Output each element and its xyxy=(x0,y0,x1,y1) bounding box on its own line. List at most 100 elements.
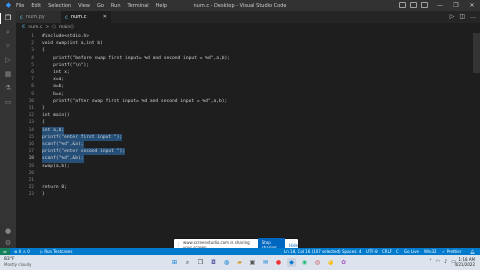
source-control-icon[interactable]: ⑂ xyxy=(4,42,12,50)
code-text: x=a; xyxy=(42,77,65,83)
menu-go[interactable]: Go xyxy=(97,3,104,9)
code-text: printf("after swap first input= %d and s… xyxy=(42,98,228,104)
notifications-bell-icon[interactable]: 🔔︎ xyxy=(470,248,475,255)
code-line-selected: 15 printf("enter first input "); xyxy=(16,133,480,141)
customize-layout-icon[interactable] xyxy=(421,2,428,8)
editor-actions: ▷ ◫ … xyxy=(450,13,476,20)
taskbar-clock[interactable]: 1:18 AM 4/21/2022 xyxy=(454,257,475,267)
tab-num-py[interactable]: C num.py xyxy=(16,11,61,23)
go-live-button[interactable]: Go Live xyxy=(404,248,419,255)
code-text: a=b; xyxy=(42,84,65,90)
code-line: 9 b=x; xyxy=(16,91,480,98)
close-tab-icon[interactable]: ✕ xyxy=(103,14,107,20)
line-number: 12 xyxy=(28,113,34,119)
line-number: 13 xyxy=(28,120,34,126)
remote-indicator-icon[interactable]: ⇌ xyxy=(0,248,10,255)
code-text: int a,b; xyxy=(42,126,65,134)
split-editor-icon[interactable]: ◫ xyxy=(459,13,465,20)
media-icon[interactable]: ● xyxy=(274,258,283,267)
code-line: 19 swap(a,b); xyxy=(16,163,480,170)
code-line-selected: 17 printf("enter second input "); xyxy=(16,148,480,156)
status-bar: ⇌ ⊗ 0 ⚠ 0 ▷ Run Testcases Ln 18, Col 16 … xyxy=(0,248,480,255)
cursor-position[interactable]: Ln 18, Col 16 (107 selected) xyxy=(284,248,341,255)
maximize-icon[interactable]: ❐ xyxy=(448,0,464,11)
testing-icon[interactable]: ⚗ xyxy=(4,84,12,92)
edge-icon[interactable]: ◍ xyxy=(222,258,231,267)
editor-scrollbar[interactable] xyxy=(473,33,480,73)
code-line: 4 printf("before swap first input= %d an… xyxy=(16,55,480,62)
code-line: 20 xyxy=(16,170,480,177)
code-line: 7 x=a; xyxy=(16,76,480,83)
extensions-icon[interactable]: ▦ xyxy=(4,70,12,78)
breadcrumb: C num.c > ⬡ main() xyxy=(16,23,74,32)
toggle-sidebar-icon[interactable] xyxy=(399,2,406,8)
manage-gear-icon[interactable]: ⚙ xyxy=(4,239,12,247)
problems-indicator[interactable]: ⊗ 0 ⚠ 0 xyxy=(14,248,30,255)
accounts-icon[interactable]: ● xyxy=(4,227,12,235)
menu-terminal[interactable]: Terminal xyxy=(128,3,149,9)
menu-run[interactable]: Run xyxy=(111,3,121,9)
vscode-logo-icon: ◆ xyxy=(5,1,12,9)
line-ending[interactable]: CRLF xyxy=(382,248,392,255)
menu-help[interactable]: Help xyxy=(156,3,167,9)
code-text: swap(a,b); xyxy=(42,163,70,169)
code-text: printf("enter second input "); xyxy=(42,148,125,156)
code-text: return 0; xyxy=(42,185,67,191)
run-testcases-button[interactable]: ▷ Run Testcases xyxy=(40,248,72,255)
code-text: printf("before swap first input= %d and … xyxy=(42,55,231,61)
recorder-icon[interactable]: ◎ xyxy=(313,258,322,267)
code-editor[interactable]: 1 #include<stdio.h> 2 void swap(int a,int … xyxy=(16,33,480,248)
app-icon[interactable]: ◉ xyxy=(300,258,309,267)
chat-icon[interactable]: ◘ xyxy=(209,258,218,267)
windows-taskbar: 83°F Mostly cloudy ⊞ ⌕ ❐ ◘ ◍ ▰ ▣ ✉ ● ◆ ◉… xyxy=(0,255,480,270)
app-icon[interactable]: ✿ xyxy=(339,258,348,267)
mail-icon[interactable]: ✉ xyxy=(261,258,270,267)
code-text: } xyxy=(42,106,45,111)
language-mode[interactable]: C xyxy=(396,248,399,255)
code-line: 12 int main() xyxy=(16,112,480,119)
line-number: 6 xyxy=(31,70,34,75)
line-number: 14 xyxy=(28,127,34,133)
line-number: 20 xyxy=(28,170,34,176)
weather-widget[interactable]: 83°F Mostly cloudy xyxy=(4,257,32,267)
menu-view[interactable]: View xyxy=(78,3,90,9)
platform-indicator[interactable]: Win32 xyxy=(424,248,437,255)
toggle-panel-icon[interactable] xyxy=(410,2,417,8)
encoding[interactable]: UTF-8 xyxy=(366,248,378,255)
tab-bar: C num.py C num.c ✕ ▷ ◫ … xyxy=(16,11,480,23)
breadcrumb-symbol[interactable]: main() xyxy=(59,25,74,30)
search-icon[interactable]: ⌕ xyxy=(183,258,192,267)
wifi-icon[interactable]: ◠ xyxy=(436,259,440,265)
store-icon[interactable]: ▣ xyxy=(248,258,257,267)
line-number: 15 xyxy=(28,134,34,140)
code-text: int x; xyxy=(42,70,70,75)
remote-explorer-icon[interactable]: ▭ xyxy=(4,98,12,106)
run-debug-icon[interactable]: ▷ xyxy=(4,56,12,64)
breadcrumb-file[interactable]: num.c xyxy=(28,25,42,30)
menu-edit[interactable]: Edit xyxy=(31,3,41,9)
menu-file[interactable]: File xyxy=(16,3,24,9)
menu-selection[interactable]: Selection xyxy=(48,3,71,9)
line-number: 16 xyxy=(28,142,34,147)
search-icon[interactable]: ⌕ xyxy=(4,28,12,36)
code-line: 21 xyxy=(16,177,480,184)
volume-icon[interactable]: ♪ xyxy=(444,259,447,265)
indentation[interactable]: Spaces: 4 xyxy=(342,248,361,255)
clock-date: 4/21/2022 xyxy=(454,262,475,267)
prettier-indicator[interactable]: ✓ Prettier xyxy=(442,248,461,255)
start-icon[interactable]: ⊞ xyxy=(170,258,179,267)
vscode-taskbar-icon[interactable]: ◆ xyxy=(287,258,296,267)
file-explorer-icon[interactable]: ▰ xyxy=(235,258,244,267)
tray-overflow-icon[interactable]: ˄ xyxy=(429,259,432,265)
explorer-icon[interactable]: ❐ xyxy=(4,14,12,22)
chrome-icon[interactable]: ◕ xyxy=(326,258,335,267)
minimize-icon[interactable]: — xyxy=(432,0,448,11)
hide-button[interactable]: Hide xyxy=(289,243,298,248)
tab-num-c[interactable]: C num.c ✕ xyxy=(61,11,111,23)
task-view-icon[interactable]: ❐ xyxy=(196,258,205,267)
code-line-selected: 16 scanf("%d",&a); xyxy=(16,141,480,149)
run-code-icon[interactable]: ▷ xyxy=(450,13,455,20)
more-actions-icon[interactable]: … xyxy=(470,13,476,20)
line-number: 17 xyxy=(28,149,34,155)
close-window-icon[interactable]: ✕ xyxy=(464,0,480,11)
